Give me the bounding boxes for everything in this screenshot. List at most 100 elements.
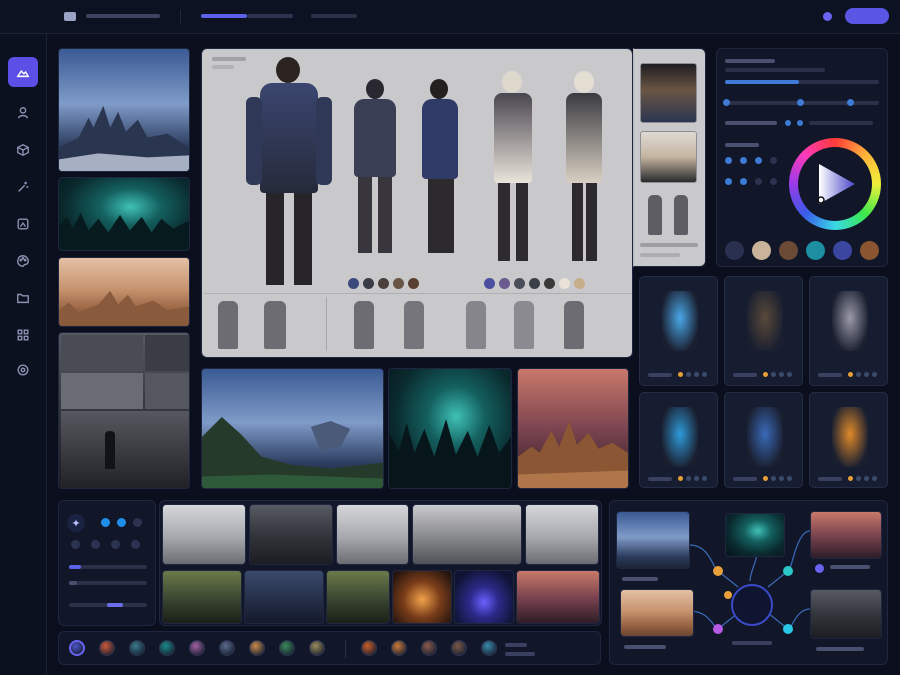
pose-6[interactable] [514, 301, 534, 349]
mini-figure-1[interactable] [648, 195, 662, 235]
male-palette-swatch-3[interactable] [378, 278, 389, 289]
node-scene-desert[interactable] [810, 511, 882, 559]
asset-card-5[interactable] [724, 392, 803, 488]
option-dot-2[interactable] [117, 518, 126, 527]
asset-variant-dot[interactable] [771, 372, 776, 377]
asset-card-1[interactable] [639, 276, 718, 386]
node-teal-1[interactable] [783, 566, 793, 576]
contrast-bar[interactable] [809, 121, 873, 125]
material-chip-10[interactable] [361, 640, 377, 656]
node-violet-1[interactable] [713, 624, 723, 634]
brightness-knob[interactable] [785, 120, 791, 126]
toggle-b-3[interactable] [755, 178, 762, 185]
storyboard-shot-4[interactable] [412, 504, 522, 565]
asset-variant-dot[interactable] [771, 476, 776, 481]
asset-card-3[interactable] [809, 276, 888, 386]
scene-glowing-forest[interactable] [388, 368, 512, 489]
storyboard-color-4[interactable] [392, 570, 452, 624]
option-dot-3[interactable] [133, 518, 142, 527]
toggle-a-1[interactable] [725, 157, 732, 164]
storyboard-color-6[interactable] [516, 570, 600, 624]
male-palette-swatch-4[interactable] [393, 278, 404, 289]
female-palette-swatch-4[interactable] [529, 278, 540, 289]
material-chip-3[interactable] [129, 640, 145, 656]
setting-bar-3[interactable] [69, 581, 77, 585]
scene-thumb-teal-forest[interactable] [58, 177, 190, 251]
setting-bar-2[interactable] [69, 581, 147, 585]
toggle-a-2[interactable] [740, 157, 747, 164]
color-swatch-3[interactable] [779, 241, 798, 260]
storyboard-panels[interactable] [58, 332, 190, 489]
swatch-row[interactable] [725, 241, 883, 261]
material-chip-8[interactable] [279, 640, 295, 656]
storyboard-shot-2[interactable] [249, 504, 333, 565]
character-side-male[interactable] [414, 79, 466, 255]
material-chip-4[interactable] [159, 640, 175, 656]
female-palette-swatch-6[interactable] [559, 278, 570, 289]
color-swatch-6[interactable] [860, 241, 879, 260]
node-teal-2[interactable] [783, 624, 793, 634]
asset-variant-dot[interactable] [678, 372, 683, 377]
color-swatch-1[interactable] [725, 241, 744, 260]
character-back-male[interactable] [344, 79, 406, 255]
asset-card-6[interactable] [809, 392, 888, 488]
asset-card-4[interactable] [639, 392, 718, 488]
toggle-b-4[interactable] [770, 178, 777, 185]
character-side-female[interactable] [558, 71, 610, 263]
character-sheet-panel[interactable] [201, 48, 633, 358]
option-dot-6[interactable] [111, 540, 120, 549]
tab-secondary[interactable] [311, 14, 357, 18]
toggle-a-4[interactable] [770, 157, 777, 164]
toggle-a-3[interactable] [755, 157, 762, 164]
node-port-1[interactable] [815, 564, 824, 573]
asset-variant-dot[interactable] [779, 372, 784, 377]
asset-variant-dot[interactable] [848, 372, 853, 377]
toggle-b-2[interactable] [740, 178, 747, 185]
toggle-row-1[interactable] [725, 157, 785, 165]
setting-bar-accent[interactable] [69, 565, 81, 569]
asset-card-2[interactable] [724, 276, 803, 386]
node-scene-cavern[interactable] [810, 589, 882, 639]
project-icon[interactable] [64, 12, 76, 21]
asset-variant-dot[interactable] [702, 476, 707, 481]
node-scene-castle[interactable] [616, 511, 690, 569]
male-palette-swatch-5[interactable] [408, 278, 419, 289]
option-dot-7[interactable] [131, 540, 140, 549]
asset-variant-dot[interactable] [856, 476, 861, 481]
storyboard-frame-5[interactable] [61, 411, 189, 488]
material-chip-13[interactable] [451, 640, 467, 656]
scene-thumb-desert[interactable] [58, 257, 190, 327]
sidebar-item-files[interactable] [8, 283, 38, 313]
toggle-row-2[interactable] [725, 178, 785, 186]
female-palette-swatch-2[interactable] [499, 278, 510, 289]
contrast-knob[interactable] [797, 120, 803, 126]
tab-inactive[interactable] [247, 14, 293, 18]
pose-strip[interactable] [208, 297, 628, 353]
female-palette-swatch-5[interactable] [544, 278, 555, 289]
male-palette-swatch-1[interactable] [348, 278, 359, 289]
sidebar-item-settings[interactable] [8, 355, 38, 385]
sidebar-item-apps[interactable] [8, 320, 38, 350]
pose-1[interactable] [218, 301, 238, 349]
pose-3[interactable] [354, 301, 374, 349]
node-scene-forest[interactable] [725, 513, 785, 557]
storyboard-color-3[interactable] [326, 570, 390, 624]
color-swatch-4[interactable] [806, 241, 825, 260]
storyboard-frame-3[interactable] [61, 373, 143, 409]
storyboard-color-1[interactable] [162, 570, 242, 624]
asset-variant-dot[interactable] [686, 372, 691, 377]
pose-4[interactable] [404, 301, 424, 349]
option-dot-5[interactable] [91, 540, 100, 549]
hub-node[interactable] [731, 584, 773, 626]
sidebar-item-scenes[interactable] [8, 57, 38, 87]
sparkle-icon[interactable]: ✦ [67, 514, 85, 532]
asset-variant-dot[interactable] [872, 476, 877, 481]
node-orange-1[interactable] [713, 566, 723, 576]
saturation-slider[interactable] [723, 99, 879, 106]
female-palette-swatch-1[interactable] [484, 278, 495, 289]
material-chip-14[interactable] [481, 640, 497, 656]
sidebar-item-palette[interactable] [8, 246, 38, 276]
asset-variant-dot[interactable] [872, 372, 877, 377]
asset-variant-dot[interactable] [856, 372, 861, 377]
male-palette-swatch-2[interactable] [363, 278, 374, 289]
